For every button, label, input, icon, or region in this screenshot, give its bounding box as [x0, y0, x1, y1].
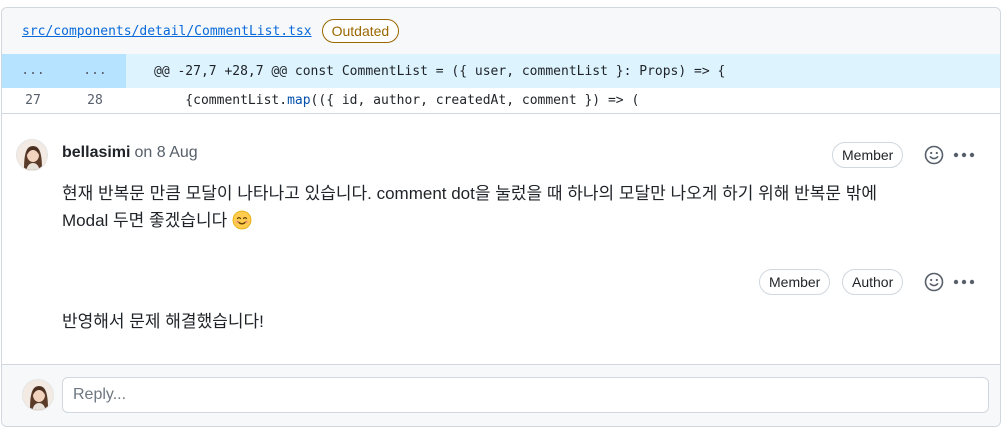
code-line: {commentList.map(({ id, author, createdA…	[126, 93, 639, 108]
code-suffix: (({ id, author, createdAt, comment }) =>…	[310, 93, 640, 108]
comment-date[interactable]: on 8 Aug	[134, 144, 197, 161]
line-number-new[interactable]: 28	[64, 93, 126, 108]
code-prefix: {commentList.	[154, 93, 288, 108]
hunk-expand-old[interactable]: ...	[2, 54, 64, 88]
avatar[interactable]	[22, 379, 54, 411]
file-path-link[interactable]: src/components/detail/CommentList.tsx	[22, 24, 312, 39]
smiling-face-emoji	[232, 210, 252, 230]
review-thread: src/components/detail/CommentList.tsx Ou…	[1, 7, 1001, 427]
comment-body: 현재 반복문 만큼 모달이 나타나고 있습니다. comment dot을 눌렀…	[62, 180, 982, 234]
kebab-horizontal-icon[interactable]	[952, 143, 976, 167]
reply-area	[2, 364, 1000, 426]
author-name[interactable]: bellasimi	[62, 144, 130, 161]
code-function: map	[287, 93, 311, 108]
avatar[interactable]	[16, 139, 48, 171]
diff-line: 27 28 {commentList.map(({ id, author, cr…	[2, 88, 1000, 114]
line-number-old[interactable]: 27	[2, 93, 64, 108]
kebab-horizontal-icon[interactable]	[952, 270, 976, 294]
file-header: src/components/detail/CommentList.tsx Ou…	[2, 8, 1000, 54]
outdated-badge: Outdated	[321, 19, 400, 43]
reply-input[interactable]	[62, 377, 989, 413]
member-badge: Member	[759, 269, 831, 295]
comment-body-line2: Modal 두면 좋겠습니다	[62, 211, 228, 230]
member-badge: Member	[832, 142, 904, 168]
comment-body-line1: 현재 반복문 만큼 모달이 나타나고 있습니다. comment dot을 눌렀…	[62, 184, 878, 203]
comment-header: bellasimi on 8 Aug	[62, 144, 198, 162]
smiley-icon[interactable]	[922, 270, 946, 294]
author-badge: Author	[842, 269, 904, 295]
hunk-header-text: @@ -27,7 +28,7 @@ const CommentList = ({…	[154, 63, 726, 79]
smiley-icon[interactable]	[922, 143, 946, 167]
comment-body-line2-wrap: Modal 두면 좋겠습니다	[62, 207, 982, 234]
diff-hunk-header: ... ... @@ -27,7 +28,7 @@ const CommentL…	[2, 54, 1000, 88]
comment-body: 반영해서 문제 해결했습니다!	[62, 312, 264, 331]
hunk-expand-new[interactable]: ...	[64, 54, 126, 88]
